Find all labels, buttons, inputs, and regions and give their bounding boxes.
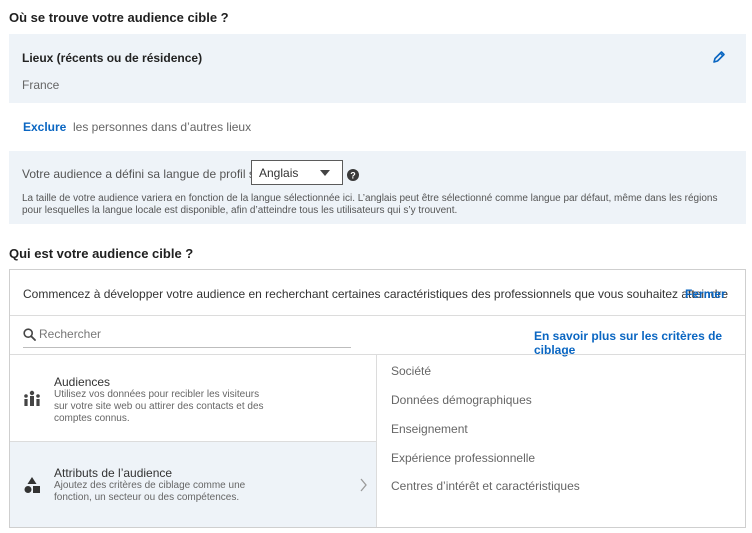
divider (10, 315, 745, 316)
location-box: Lieux (récents ou de résidence) France (9, 34, 746, 103)
column-divider (376, 354, 377, 527)
bar-chart-people-icon (23, 390, 41, 406)
pencil-icon[interactable] (712, 50, 726, 64)
right-item-work-experience[interactable]: Expérience professionnelle (391, 451, 535, 465)
chevron-down-icon (320, 170, 330, 176)
left-item-audience-attributes[interactable]: Attributs de l’audience Ajoutez des crit… (10, 442, 376, 527)
search-field[interactable]: Rechercher (23, 327, 351, 348)
learn-more-link[interactable]: En savoir plus sur les critères de cibla… (534, 329, 745, 357)
location-heading: Où se trouve votre audience cible ? (9, 10, 229, 25)
location-box-title: Lieux (récents ou de résidence) (22, 51, 203, 65)
left-item-description: Utilisez vos données pour recibler les v… (54, 389, 264, 424)
search-icon (23, 328, 36, 341)
close-link[interactable]: Fermer (685, 287, 726, 301)
shapes-icon (23, 476, 41, 494)
exclude-text: les personnes dans d’autres lieux (73, 120, 252, 134)
language-select[interactable]: Anglais (251, 160, 343, 185)
audience-heading: Qui est votre audience cible ? (9, 246, 194, 261)
left-item-description: Ajoutez des critères de ciblage comme un… (54, 480, 246, 503)
chevron-right-icon (360, 478, 368, 492)
left-item-title: Audiences (54, 375, 111, 389)
targeting-panel: Commencez à développer votre audience en… (9, 269, 746, 528)
left-item-audiences[interactable]: Audiences Utilisez vos données pour reci… (10, 355, 376, 441)
language-note: La taille de votre audience variera en f… (22, 193, 718, 216)
targeting-intro: Commencez à développer votre audience en… (23, 287, 729, 301)
language-box: Votre audience a défini sa langue de pro… (9, 151, 746, 224)
search-input[interactable]: Rechercher (39, 327, 101, 341)
right-item-interests-traits[interactable]: Centres d’intérêt et caractéristiques (391, 479, 580, 493)
right-item-company[interactable]: Société (391, 364, 431, 378)
question-circle-icon[interactable]: ? (347, 168, 359, 181)
right-item-education[interactable]: Enseignement (391, 422, 468, 436)
svg-text:?: ? (350, 171, 356, 181)
language-prompt: Votre audience a défini sa langue de pro… (22, 167, 266, 181)
language-select-value: Anglais (259, 166, 299, 180)
selected-location: France (22, 78, 60, 92)
right-item-demographics[interactable]: Données démographiques (391, 393, 532, 407)
exclude-link[interactable]: Exclure (23, 120, 66, 134)
left-item-title: Attributs de l’audience (54, 466, 173, 480)
